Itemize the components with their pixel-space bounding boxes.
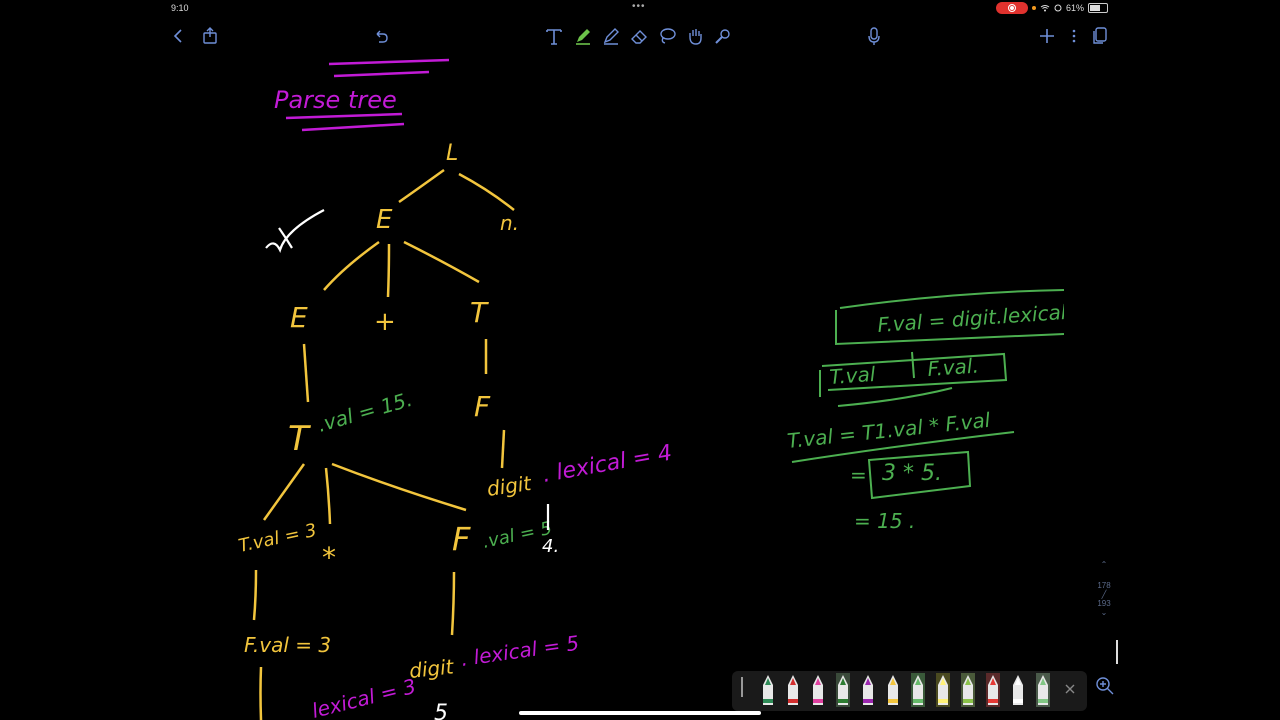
node-E-top: E [376, 205, 393, 235]
pen-icon [576, 29, 590, 45]
mic-in-use-dot [1031, 6, 1036, 10]
status-time: 9:10 [171, 3, 189, 13]
heading-scribble-2 [333, 70, 430, 78]
laser-pointer-button[interactable] [711, 24, 735, 48]
node-F-lower: F [452, 520, 471, 558]
pen-green-icon[interactable] [759, 673, 777, 707]
home-indicator[interactable] [519, 711, 761, 715]
calc-equals: = [850, 463, 867, 487]
pen-button[interactable] [571, 24, 595, 48]
text-tool-icon [546, 29, 562, 45]
heading-underline-2 [301, 122, 405, 132]
highlighter-icon [603, 28, 619, 45]
ipad-screen: 9:10 ••• 61% Parse tree L E n. E + T F T… [162, 0, 1118, 720]
undo-button[interactable] [369, 24, 393, 48]
highlighter-green-icon[interactable] [909, 673, 927, 707]
lexical-4: . lexical = 4 [541, 441, 674, 488]
rule-t-val-product: T.val = T1.val * F.val [786, 408, 992, 453]
node-T-lower: T.val = 3 [237, 520, 319, 557]
pen-dark-green-icon[interactable] [834, 673, 852, 707]
hand-tool-button[interactable] [683, 24, 707, 48]
palette-grip[interactable] [741, 677, 743, 697]
node-L: L [446, 141, 458, 166]
more-button[interactable] [1062, 24, 1086, 48]
screen-record-indicator[interactable] [995, 2, 1028, 14]
heading-scribble-1 [328, 58, 450, 66]
white-scribble [265, 209, 325, 253]
microphone-icon [868, 27, 880, 45]
notebook-canvas[interactable]: Parse tree L E n. E + T F T digit T.val … [214, 52, 1064, 720]
orientation-lock-icon [1054, 4, 1062, 12]
eraser-button[interactable] [627, 24, 651, 48]
node-digit-right: digit [485, 471, 533, 501]
highlighter-button[interactable] [599, 24, 623, 48]
back-button[interactable] [166, 24, 190, 48]
add-button[interactable] [1035, 24, 1059, 48]
node-digit-bottom: digit [408, 654, 456, 683]
total-pages: 193 [1097, 599, 1111, 608]
node-F-bottom: F.val = 3 [244, 633, 331, 657]
page-scroller[interactable]: ⌃ 178 ╱ 193 ⌄ [1092, 560, 1116, 617]
lexical-5: . lexical = 5 [459, 631, 580, 671]
node-T-mid: T [288, 419, 311, 459]
plus-icon [1040, 29, 1054, 43]
pen-white-icon[interactable] [1009, 673, 1027, 707]
microphone-button[interactable] [862, 24, 886, 48]
white-five: 5 [434, 701, 448, 720]
chevron-left-icon [173, 29, 182, 43]
pen-pink-icon[interactable] [809, 673, 827, 707]
more-icon [1072, 29, 1076, 43]
scroll-indicator[interactable] [1116, 640, 1118, 664]
scroll-up-icon[interactable]: ⌃ [1092, 560, 1116, 569]
white-four: 4. [542, 536, 559, 557]
pen-palette [732, 671, 1087, 711]
text-tool-button[interactable] [542, 24, 566, 48]
node-F-right: F [474, 390, 491, 423]
lexical-3: lexical = 3 [309, 674, 418, 720]
pen-purple-icon[interactable] [859, 673, 877, 707]
pen-yellow-icon[interactable] [884, 673, 902, 707]
toolbar [162, 20, 1118, 52]
pages-icon [1093, 27, 1107, 44]
lasso-icon [660, 28, 676, 44]
hand-icon [689, 29, 702, 45]
wifi-icon [1040, 5, 1050, 12]
rule-t-val-left: T.val [829, 362, 877, 389]
multitask-dots[interactable]: ••• [632, 1, 646, 12]
current-page: 178 [1097, 581, 1111, 590]
highlighter-olive-icon[interactable] [959, 673, 977, 707]
rule-f-val: F.val = digit.lexical [877, 300, 1064, 337]
node-n: n. [500, 211, 519, 235]
battery-icon [1088, 3, 1108, 13]
pages-button[interactable] [1088, 24, 1112, 48]
share-button[interactable] [198, 24, 222, 48]
highlighter-yellow-icon[interactable] [934, 673, 952, 707]
share-icon [203, 27, 217, 44]
page-divider: ╱ [1101, 590, 1107, 599]
handwritten-notes: Parse tree L E n. E + T F T digit T.val … [237, 58, 1064, 720]
node-star: * [322, 541, 336, 574]
lasso-button[interactable] [655, 24, 679, 48]
rule-f-val-right: F.val. [927, 353, 980, 381]
node-plus: + [374, 307, 396, 337]
undo-icon [376, 30, 388, 43]
calc-3x5: 3 * 5. [882, 461, 942, 486]
scroll-down-icon[interactable]: ⌄ [1092, 608, 1116, 617]
highlighter-gray-icon[interactable] [1034, 673, 1052, 707]
battery-percent: 61% [1065, 3, 1084, 13]
calc-15: = 15 . [854, 509, 915, 533]
heading-underline-1 [285, 112, 403, 120]
laser-pointer-icon [715, 29, 730, 44]
t-val-15: .val = 15. [315, 387, 415, 437]
node-T-right: T [470, 296, 489, 329]
node-E-left: E [290, 301, 308, 334]
pen-red-icon[interactable] [784, 673, 802, 707]
highlighter-red-icon[interactable] [984, 673, 1002, 707]
heading-parse-tree: Parse tree [274, 86, 397, 114]
zoom-icon[interactable] [1095, 676, 1115, 696]
status-bar: 9:10 ••• 61% [162, 0, 1118, 18]
eraser-icon [631, 30, 647, 44]
close-palette-icon[interactable] [1064, 683, 1076, 695]
status-right: 61% [995, 2, 1108, 14]
